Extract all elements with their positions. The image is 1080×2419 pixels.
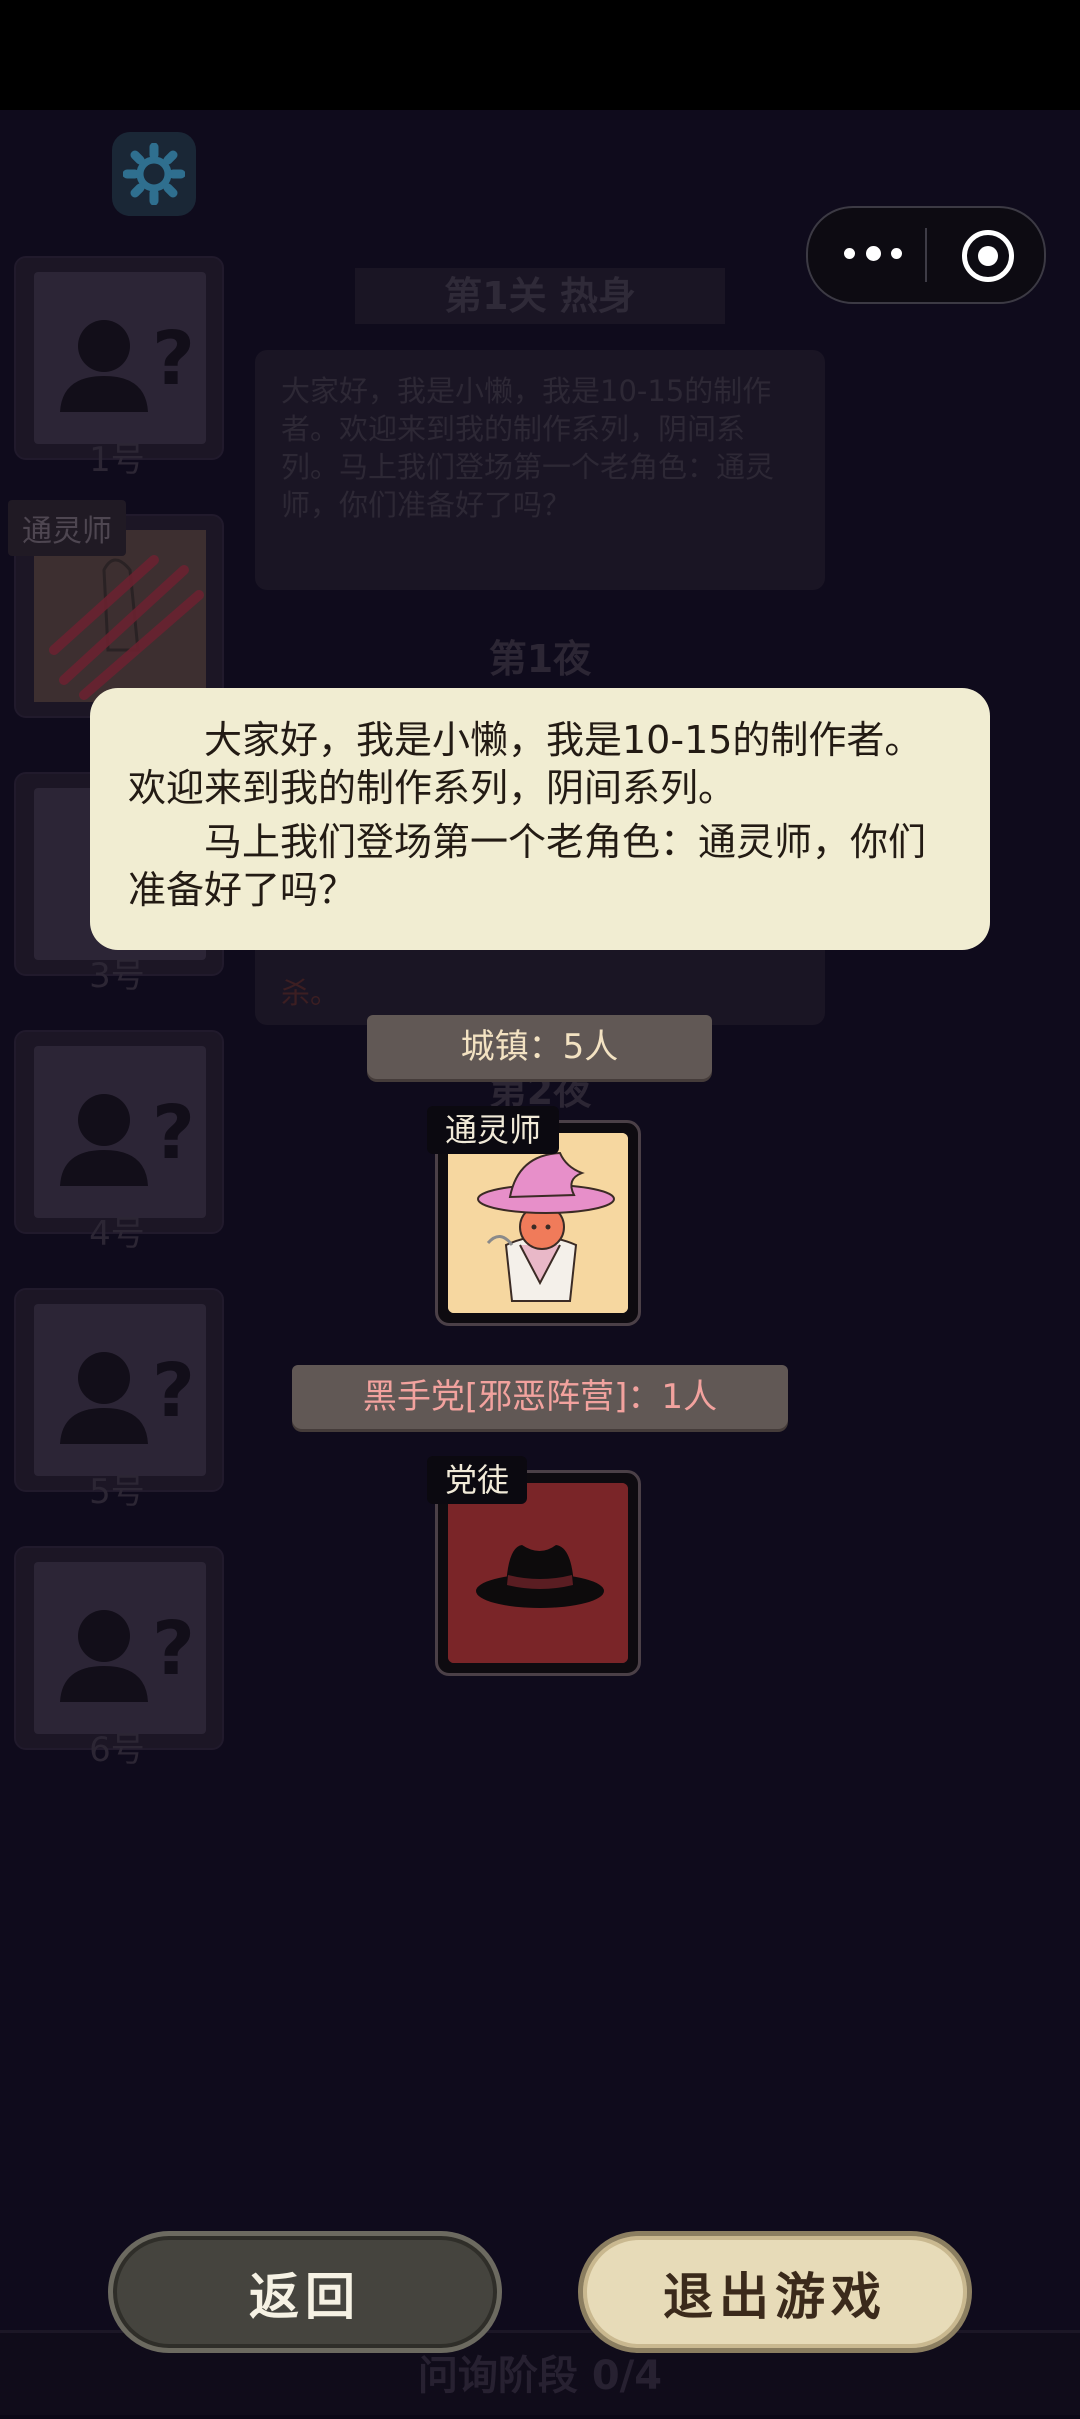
dialog-line-1: 大家好，我是小懒，我是10-15的制作者。欢迎来到我的制作系列，阴间系列。	[128, 718, 923, 810]
town-faction-header: 城镇：5人	[367, 1015, 712, 1079]
svg-text:?: ?	[152, 1348, 195, 1434]
unknown-person-icon: ?	[60, 1606, 195, 1702]
seat-number: 5号	[89, 1472, 145, 1512]
exit-game-button[interactable]: 退出游戏	[578, 2231, 972, 2353]
unknown-person-icon: ?	[60, 1348, 195, 1444]
player-seat-1[interactable]: ?	[14, 256, 224, 460]
night-1-header: 第1夜	[488, 637, 592, 681]
player-seat-5[interactable]: ?	[14, 1288, 224, 1492]
unknown-person-icon: ?	[60, 316, 195, 412]
settings-button[interactable]	[112, 132, 196, 216]
witch-hat-character-icon	[448, 1133, 628, 1313]
role-name-tag: 通灵师	[427, 1106, 560, 1154]
dialog-line-2: 马上我们登场第一个老角色：通灵师，你们准备好了吗？	[128, 820, 927, 912]
svg-text:?: ?	[152, 316, 195, 402]
more-dots-icon[interactable]	[844, 238, 902, 268]
seat-role-tag: 通灵师	[8, 500, 126, 556]
evil-faction-header: 黑手党[邪恶阵营]：1人	[292, 1365, 788, 1429]
seat-number: 6号	[89, 1730, 145, 1770]
capsule-divider	[925, 228, 927, 282]
seat-number: 4号	[89, 1214, 145, 1254]
intro-log: 大家好，我是小懒，我是10-15的制作者。欢迎来到我的制作系列，阴间系列。马上我…	[255, 350, 825, 590]
svg-text:?: ?	[152, 1606, 195, 1692]
goon-portrait	[448, 1483, 628, 1663]
seat-number: 1号	[89, 440, 145, 480]
player-avatar: ?	[34, 272, 206, 444]
target-circle-icon[interactable]	[962, 230, 1014, 282]
level-title: 第1关 热身	[355, 268, 725, 324]
player-avatar: ?	[34, 1304, 206, 1476]
status-bar	[0, 0, 1080, 110]
seat-number: 3号	[89, 956, 145, 996]
narrator-dialog[interactable]: 大家好，我是小懒，我是10-15的制作者。欢迎来到我的制作系列，阴间系列。 马上…	[90, 688, 990, 950]
necromancer-portrait	[448, 1133, 628, 1313]
role-name-tag: 党徒	[427, 1456, 528, 1504]
back-button[interactable]: 返回	[108, 2231, 502, 2353]
gear-icon	[123, 143, 185, 205]
player-seat-6[interactable]: ?	[14, 1546, 224, 1750]
player-avatar: ?	[34, 1562, 206, 1734]
fedora-hat-icon	[448, 1483, 628, 1663]
miniprogram-capsule	[806, 206, 1046, 304]
